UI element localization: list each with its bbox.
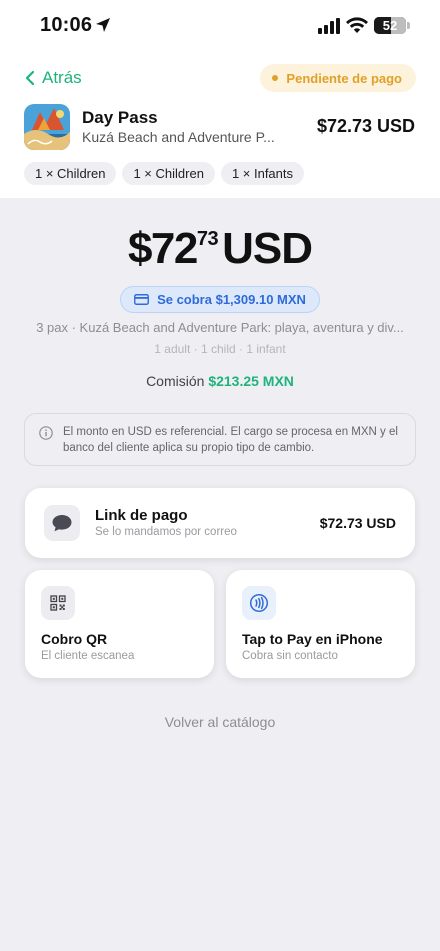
passenger-chip: 1 × Children — [24, 162, 117, 185]
contactless-icon — [249, 593, 269, 613]
pax-breakdown: 1 adult · 1 child · 1 infant — [154, 342, 286, 356]
payment-link-button[interactable]: Link de pago Se lo mandamos por correo $… — [25, 488, 415, 558]
payment-link-title: Link de pago — [95, 507, 188, 524]
passenger-chips: 1 × Children 1 × Children 1 × Infants — [24, 162, 305, 185]
amount-whole: $72 — [127, 224, 198, 273]
info-note: El monto en USD es referencial. El cargo… — [24, 413, 416, 466]
booking-description: 3 pax · Kuzá Beach and Adventure Park: p… — [36, 320, 404, 335]
battery-tip — [407, 22, 410, 29]
status-dot — [272, 75, 279, 81]
commission: Comisión $213.25 MXN — [0, 373, 440, 389]
total-amount: $7273USD — [0, 224, 440, 274]
status-badge: Pendiente de pago — [260, 64, 416, 92]
battery-level: 52 — [382, 18, 398, 33]
passenger-chip: 1 × Children — [122, 162, 215, 185]
payment-link-subtitle: Se lo mandamos por correo — [95, 526, 237, 538]
tap-icon-tile — [242, 586, 276, 620]
payment-link-price: $72.73 USD — [319, 515, 396, 531]
tap-to-pay-button[interactable]: Tap to Pay en iPhone Cobra sin contacto — [226, 570, 415, 678]
charge-badge: Se cobra $1,309.10 MXN — [120, 286, 320, 313]
amount-currency: USD — [222, 224, 313, 273]
amount-cents: 73 — [196, 228, 219, 250]
product-image — [24, 104, 70, 150]
chat-bubble-icon — [52, 515, 72, 532]
charge-badge-label: Se cobra $1,309.10 MXN — [157, 292, 306, 307]
link-icon-tile — [44, 505, 80, 541]
passenger-chip: 1 × Infants — [220, 162, 305, 185]
wifi-icon — [346, 17, 368, 33]
cellular-signal-icon — [318, 18, 340, 34]
tap-to-pay-title: Tap to Pay en iPhone — [242, 631, 383, 647]
qr-payment-button[interactable]: Cobro QR El cliente escanea — [25, 570, 214, 678]
commission-value: $213.25 MXN — [208, 373, 294, 389]
product-price: $72.73 USD — [316, 116, 415, 136]
qr-code-icon — [50, 595, 66, 611]
qr-icon-tile — [41, 586, 75, 620]
product-thumbnail — [24, 104, 70, 150]
back-label: Atrás — [42, 68, 82, 87]
tap-to-pay-subtitle: Cobra sin contacto — [242, 650, 338, 662]
qr-payment-title: Cobro QR — [41, 631, 108, 647]
commission-label: Comisión — [146, 373, 205, 389]
back-button[interactable]: Atrás — [24, 68, 82, 88]
product-title: Day Pass — [82, 108, 158, 127]
info-icon — [39, 426, 53, 440]
info-note-text: El monto en USD es referencial. El cargo… — [63, 426, 398, 454]
status-badge-label: Pendiente de pago — [286, 70, 402, 86]
product-subtitle: Kuzá Beach and Adventure P... — [82, 129, 275, 145]
status-time: 10:06 — [40, 14, 93, 36]
battery-icon: 52 — [374, 17, 406, 34]
back-to-catalog-link[interactable]: Volver al catálogo — [0, 714, 440, 730]
qr-payment-subtitle: El cliente escanea — [41, 650, 135, 662]
chevron-left-icon — [25, 70, 35, 86]
credit-card-icon — [134, 294, 150, 305]
location-arrow-icon — [96, 18, 110, 32]
status-bar: 10:06 52 — [0, 0, 440, 52]
